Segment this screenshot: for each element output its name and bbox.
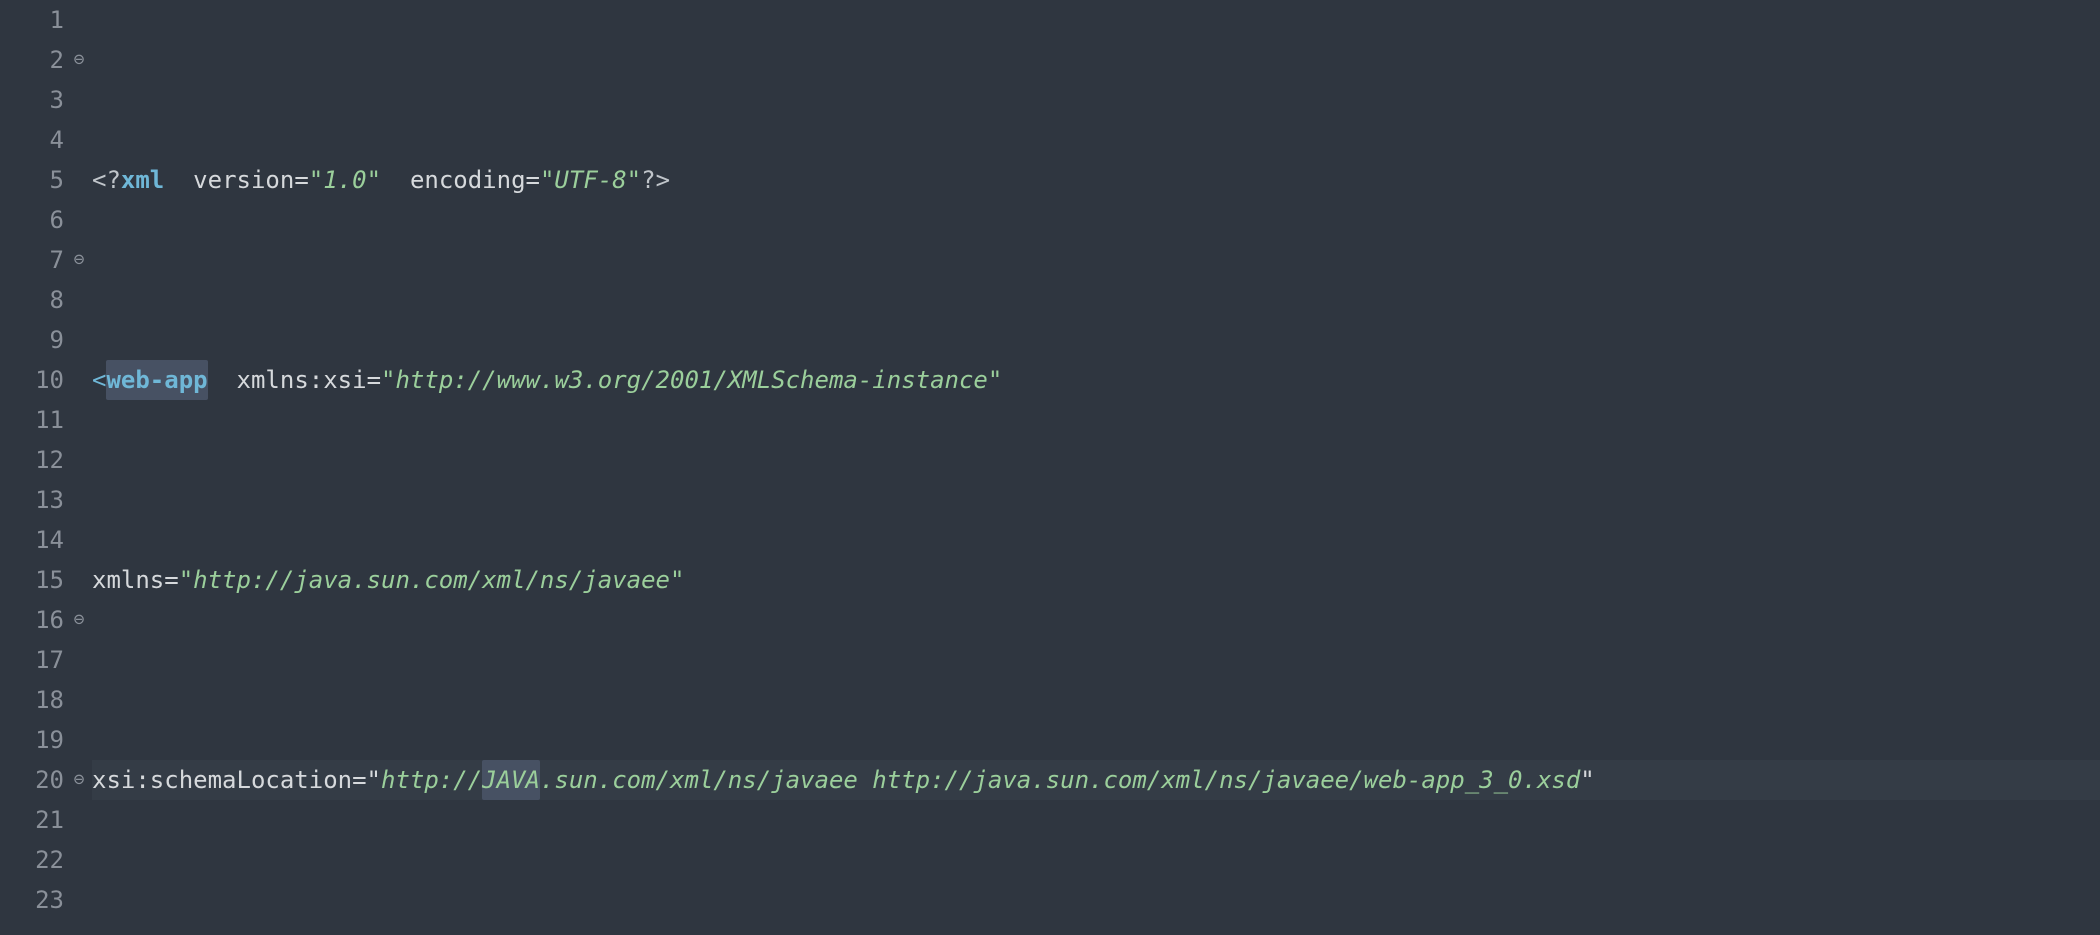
line-number: 15 (0, 560, 64, 600)
fold-slot (70, 360, 88, 400)
fold-slot (70, 640, 88, 680)
xml-attr-name: version (193, 160, 294, 200)
xml-attr-value: "http://www.w3.org/2001/XMLSchema-instan… (381, 360, 1002, 400)
code-line-current[interactable]: xsi:schemaLocation="http://JAVA.sun.com/… (92, 760, 2100, 800)
line-number: 10 (0, 360, 64, 400)
xml-attr-name: xmlns:xsi (237, 360, 367, 400)
quote-icon: " (367, 760, 381, 800)
fold-slot (70, 440, 88, 480)
code-line[interactable]: <?xml version="1.0" encoding="UTF-8"?> (92, 160, 2100, 200)
code-line[interactable]: <web-app xmlns:xsi="http://www.w3.org/20… (92, 360, 2100, 400)
line-number: 22 (0, 840, 64, 880)
fold-gutter: ⊖ ⊖ ⊖ ⊖ (70, 0, 88, 935)
line-number: 12 (0, 440, 64, 480)
line-number: 9 (0, 320, 64, 360)
xml-pi-close: ?> (641, 160, 670, 200)
line-number: 17 (0, 640, 64, 680)
line-number-gutter: 1 2 3 4 5 6 7 8 9 10 11 12 13 14 15 16 1… (0, 0, 70, 935)
line-number: 4 (0, 120, 64, 160)
fold-toggle-icon[interactable]: ⊖ (70, 40, 88, 80)
code-editor[interactable]: 1 2 3 4 5 6 7 8 9 10 11 12 13 14 15 16 1… (0, 0, 2100, 935)
fold-slot (70, 560, 88, 600)
selection-highlight: JAVA (482, 760, 540, 800)
line-number: 8 (0, 280, 64, 320)
angle-open-icon: < (92, 360, 106, 400)
xml-attr-value: .sun.com/xml/ns/javaee http://java.sun.c… (540, 760, 1580, 800)
fold-slot (70, 680, 88, 720)
fold-toggle-icon[interactable]: ⊖ (70, 760, 88, 800)
fold-slot (70, 840, 88, 880)
line-number: 18 (0, 680, 64, 720)
xml-attr-name: xmlns (92, 560, 164, 600)
line-number: 3 (0, 80, 64, 120)
fold-slot (70, 800, 88, 840)
xml-tag-name: web-app (106, 360, 207, 400)
code-area[interactable]: <?xml version="1.0" encoding="UTF-8"?> <… (88, 0, 2100, 935)
code-line[interactable]: xmlns="http://java.sun.com/xml/ns/javaee… (92, 560, 2100, 600)
xml-attr-value: http:// (381, 760, 482, 800)
xml-attr-name: encoding (410, 160, 526, 200)
line-number: 2 (0, 40, 64, 80)
line-number: 1 (0, 0, 64, 40)
fold-toggle-icon[interactable]: ⊖ (70, 240, 88, 280)
line-number: 7 (0, 240, 64, 280)
xml-attr-value: "1.0" (309, 160, 381, 200)
fold-slot (70, 400, 88, 440)
fold-slot (70, 0, 88, 40)
fold-toggle-icon[interactable]: ⊖ (70, 600, 88, 640)
fold-slot (70, 880, 88, 920)
xml-attr-name: xsi:schemaLocation (92, 760, 352, 800)
fold-slot (70, 480, 88, 520)
fold-slot (70, 720, 88, 760)
xml-attr-value: "http://java.sun.com/xml/ns/javaee" (179, 560, 685, 600)
line-number: 13 (0, 480, 64, 520)
fold-slot (70, 80, 88, 120)
line-number: 5 (0, 160, 64, 200)
line-number: 19 (0, 720, 64, 760)
line-number: 11 (0, 400, 64, 440)
line-number: 23 (0, 880, 64, 920)
fold-slot (70, 160, 88, 200)
line-number: 6 (0, 200, 64, 240)
line-number: 21 (0, 800, 64, 840)
fold-slot (70, 120, 88, 160)
fold-slot (70, 520, 88, 560)
line-number: 16 (0, 600, 64, 640)
line-number: 20 (0, 760, 64, 800)
fold-slot (70, 200, 88, 240)
xml-pi-name: xml (121, 160, 164, 200)
xml-pi-open: <? (92, 160, 121, 200)
fold-slot (70, 280, 88, 320)
xml-attr-value: "UTF-8" (540, 160, 641, 200)
quote-icon: " (1580, 760, 1594, 800)
fold-slot (70, 320, 88, 360)
line-number: 14 (0, 520, 64, 560)
